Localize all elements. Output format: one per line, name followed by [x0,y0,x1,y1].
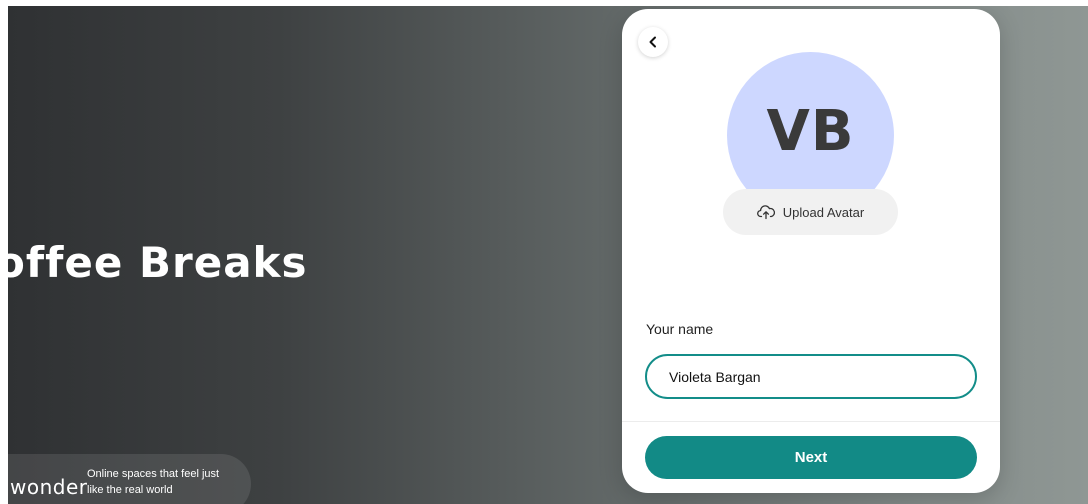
avatar-initials: VB [766,99,855,164]
name-input[interactable] [645,354,977,399]
divider [622,421,1000,422]
profile-setup-card: VB Upload Avatar Your name Next [622,9,1000,493]
name-field-label: Your name [646,321,714,337]
brand-logo: wonder [10,475,88,499]
background-panel: offee Breaks wonder Online spaces that f… [8,6,1088,504]
back-button[interactable] [638,27,668,57]
upload-avatar-label: Upload Avatar [782,204,865,220]
cloud-upload-icon [756,205,775,220]
brand-tagline: Online spaces that feel just like the re… [87,468,220,496]
chevron-left-icon [649,36,656,48]
hero-title: offee Breaks [8,238,308,287]
upload-avatar-button[interactable]: Upload Avatar [723,189,898,235]
next-button[interactable]: Next [645,436,977,479]
